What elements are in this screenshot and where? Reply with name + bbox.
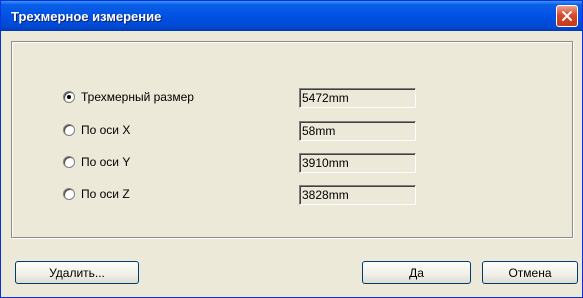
dialog-client: Трехмерный размер 5472mm По оси X 58mm П… — [4, 31, 579, 294]
option-row-3d[interactable]: Трехмерный размер 5472mm — [12, 88, 572, 108]
value-field-y: 3910mm — [299, 153, 416, 173]
radio-axis-y[interactable] — [63, 156, 75, 168]
radio-3d-size[interactable] — [63, 91, 75, 103]
title-bar[interactable]: Трехмерное измерение — [1, 1, 582, 31]
label-axis-x[interactable]: По оси X — [81, 123, 130, 137]
dialog-title: Трехмерное измерение — [11, 9, 162, 24]
dialog-window: Трехмерное измерение Трехмерный размер 5… — [0, 0, 583, 298]
ok-button[interactable]: Да — [362, 261, 471, 284]
value-field-x: 58mm — [299, 121, 416, 141]
close-icon — [562, 11, 572, 21]
label-axis-y[interactable]: По оси Y — [81, 155, 130, 169]
radio-dot — [67, 95, 71, 99]
radio-axis-x[interactable] — [63, 124, 75, 136]
option-row-y[interactable]: По оси Y 3910mm — [12, 153, 572, 173]
measurement-group: Трехмерный размер 5472mm По оси X 58mm П… — [11, 41, 573, 238]
close-button[interactable] — [556, 5, 578, 27]
delete-button[interactable]: Удалить... — [15, 261, 139, 284]
cancel-button[interactable]: Отмена — [482, 261, 578, 284]
option-row-z[interactable]: По оси Z 3828mm — [12, 185, 572, 205]
value-field-3d: 5472mm — [299, 88, 416, 108]
option-row-x[interactable]: По оси X 58mm — [12, 121, 572, 141]
label-3d-size[interactable]: Трехмерный размер — [81, 90, 194, 104]
label-axis-z[interactable]: По оси Z — [81, 187, 130, 201]
value-field-z: 3828mm — [299, 185, 416, 205]
radio-axis-z[interactable] — [63, 188, 75, 200]
